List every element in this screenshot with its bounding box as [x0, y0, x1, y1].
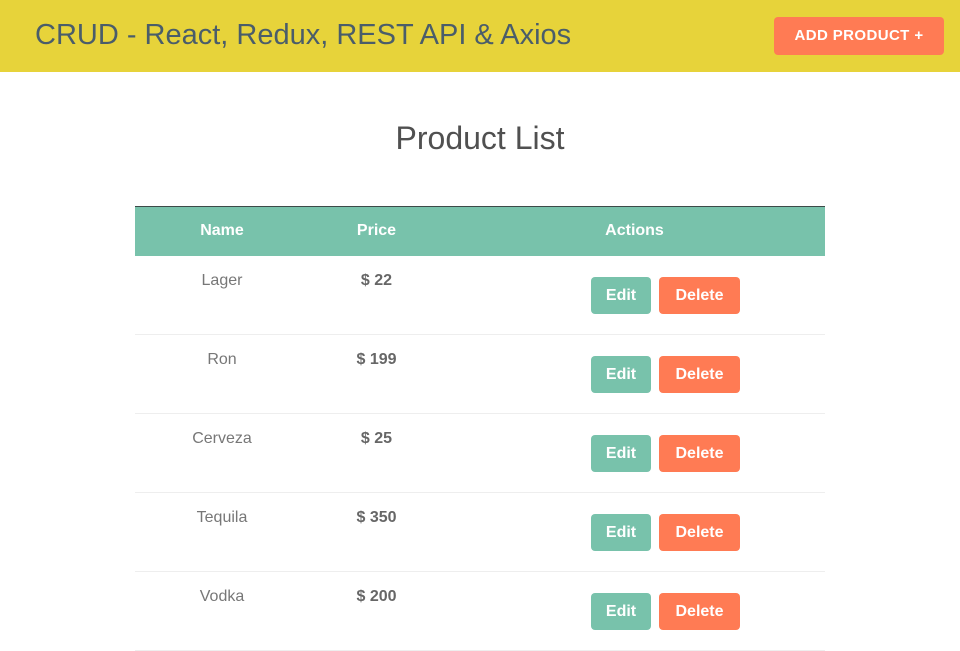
- cell-price: $ 350: [309, 492, 444, 572]
- cell-actions: Edit Delete: [444, 492, 825, 572]
- table-row: Lager $ 22 Edit Delete: [135, 255, 825, 335]
- cell-actions: Edit Delete: [444, 571, 825, 651]
- delete-button[interactable]: Delete: [659, 593, 740, 630]
- column-header-name: Name: [135, 206, 309, 256]
- edit-button[interactable]: Edit: [591, 514, 651, 551]
- app-title[interactable]: CRUD - React, Redux, REST API & Axios: [35, 15, 571, 55]
- cell-price: $ 200: [309, 571, 444, 651]
- cell-price: $ 199: [309, 334, 444, 414]
- edit-button[interactable]: Edit: [591, 435, 651, 472]
- product-price: $ 350: [356, 509, 397, 526]
- column-header-price: Price: [309, 206, 444, 256]
- product-price: $ 22: [360, 271, 393, 289]
- product-name: Tequila: [196, 509, 248, 526]
- table-row: Ron $ 199 Edit Delete: [135, 334, 825, 414]
- table-row: Tequila $ 350 Edit Delete: [135, 492, 825, 572]
- product-price: $ 200: [356, 588, 397, 605]
- cell-name: Lager: [135, 255, 309, 335]
- product-name: Ron: [207, 351, 237, 368]
- product-name: Lager: [201, 271, 243, 289]
- cell-name: Cerveza: [135, 413, 309, 493]
- table-header-row: Name Price Actions: [135, 206, 825, 256]
- cell-name: Tequila: [135, 492, 309, 572]
- delete-button[interactable]: Delete: [659, 276, 740, 314]
- column-header-actions: Actions: [444, 206, 825, 256]
- edit-button[interactable]: Edit: [591, 356, 651, 393]
- product-table-container: Name Price Actions Lager $ 22 Edit Delete…: [135, 206, 825, 651]
- cell-actions: Edit Delete: [444, 413, 825, 493]
- cell-name: Ron: [135, 334, 309, 414]
- table-row: Cerveza $ 25 Edit Delete: [135, 413, 825, 493]
- delete-button[interactable]: Delete: [659, 514, 740, 551]
- cell-actions: Edit Delete: [444, 334, 825, 414]
- cell-price: $ 25: [309, 413, 444, 493]
- cell-price: $ 22: [309, 255, 444, 335]
- add-product-button[interactable]: ADD PRODUCT +: [774, 17, 944, 55]
- delete-button[interactable]: Delete: [659, 356, 740, 393]
- table-body: Lager $ 22 Edit Delete Ron $ 199 Edit Dele…: [135, 255, 825, 651]
- navbar: CRUD - React, Redux, REST API & Axios AD…: [0, 0, 960, 72]
- product-name: Cerveza: [192, 430, 252, 447]
- cell-actions: Edit Delete: [444, 255, 825, 335]
- delete-button[interactable]: Delete: [659, 435, 740, 472]
- product-name: Vodka: [199, 588, 245, 605]
- product-price: $ 25: [360, 430, 393, 447]
- edit-button[interactable]: Edit: [591, 276, 651, 314]
- table-row: Vodka $ 200 Edit Delete: [135, 571, 825, 651]
- edit-button[interactable]: Edit: [591, 593, 651, 630]
- product-table: Name Price Actions Lager $ 22 Edit Delete…: [135, 206, 825, 651]
- page-title: Product List: [395, 120, 565, 156]
- cell-name: Vodka: [135, 571, 309, 651]
- table-header: Name Price Actions: [135, 206, 825, 256]
- product-price: $ 199: [356, 351, 397, 368]
